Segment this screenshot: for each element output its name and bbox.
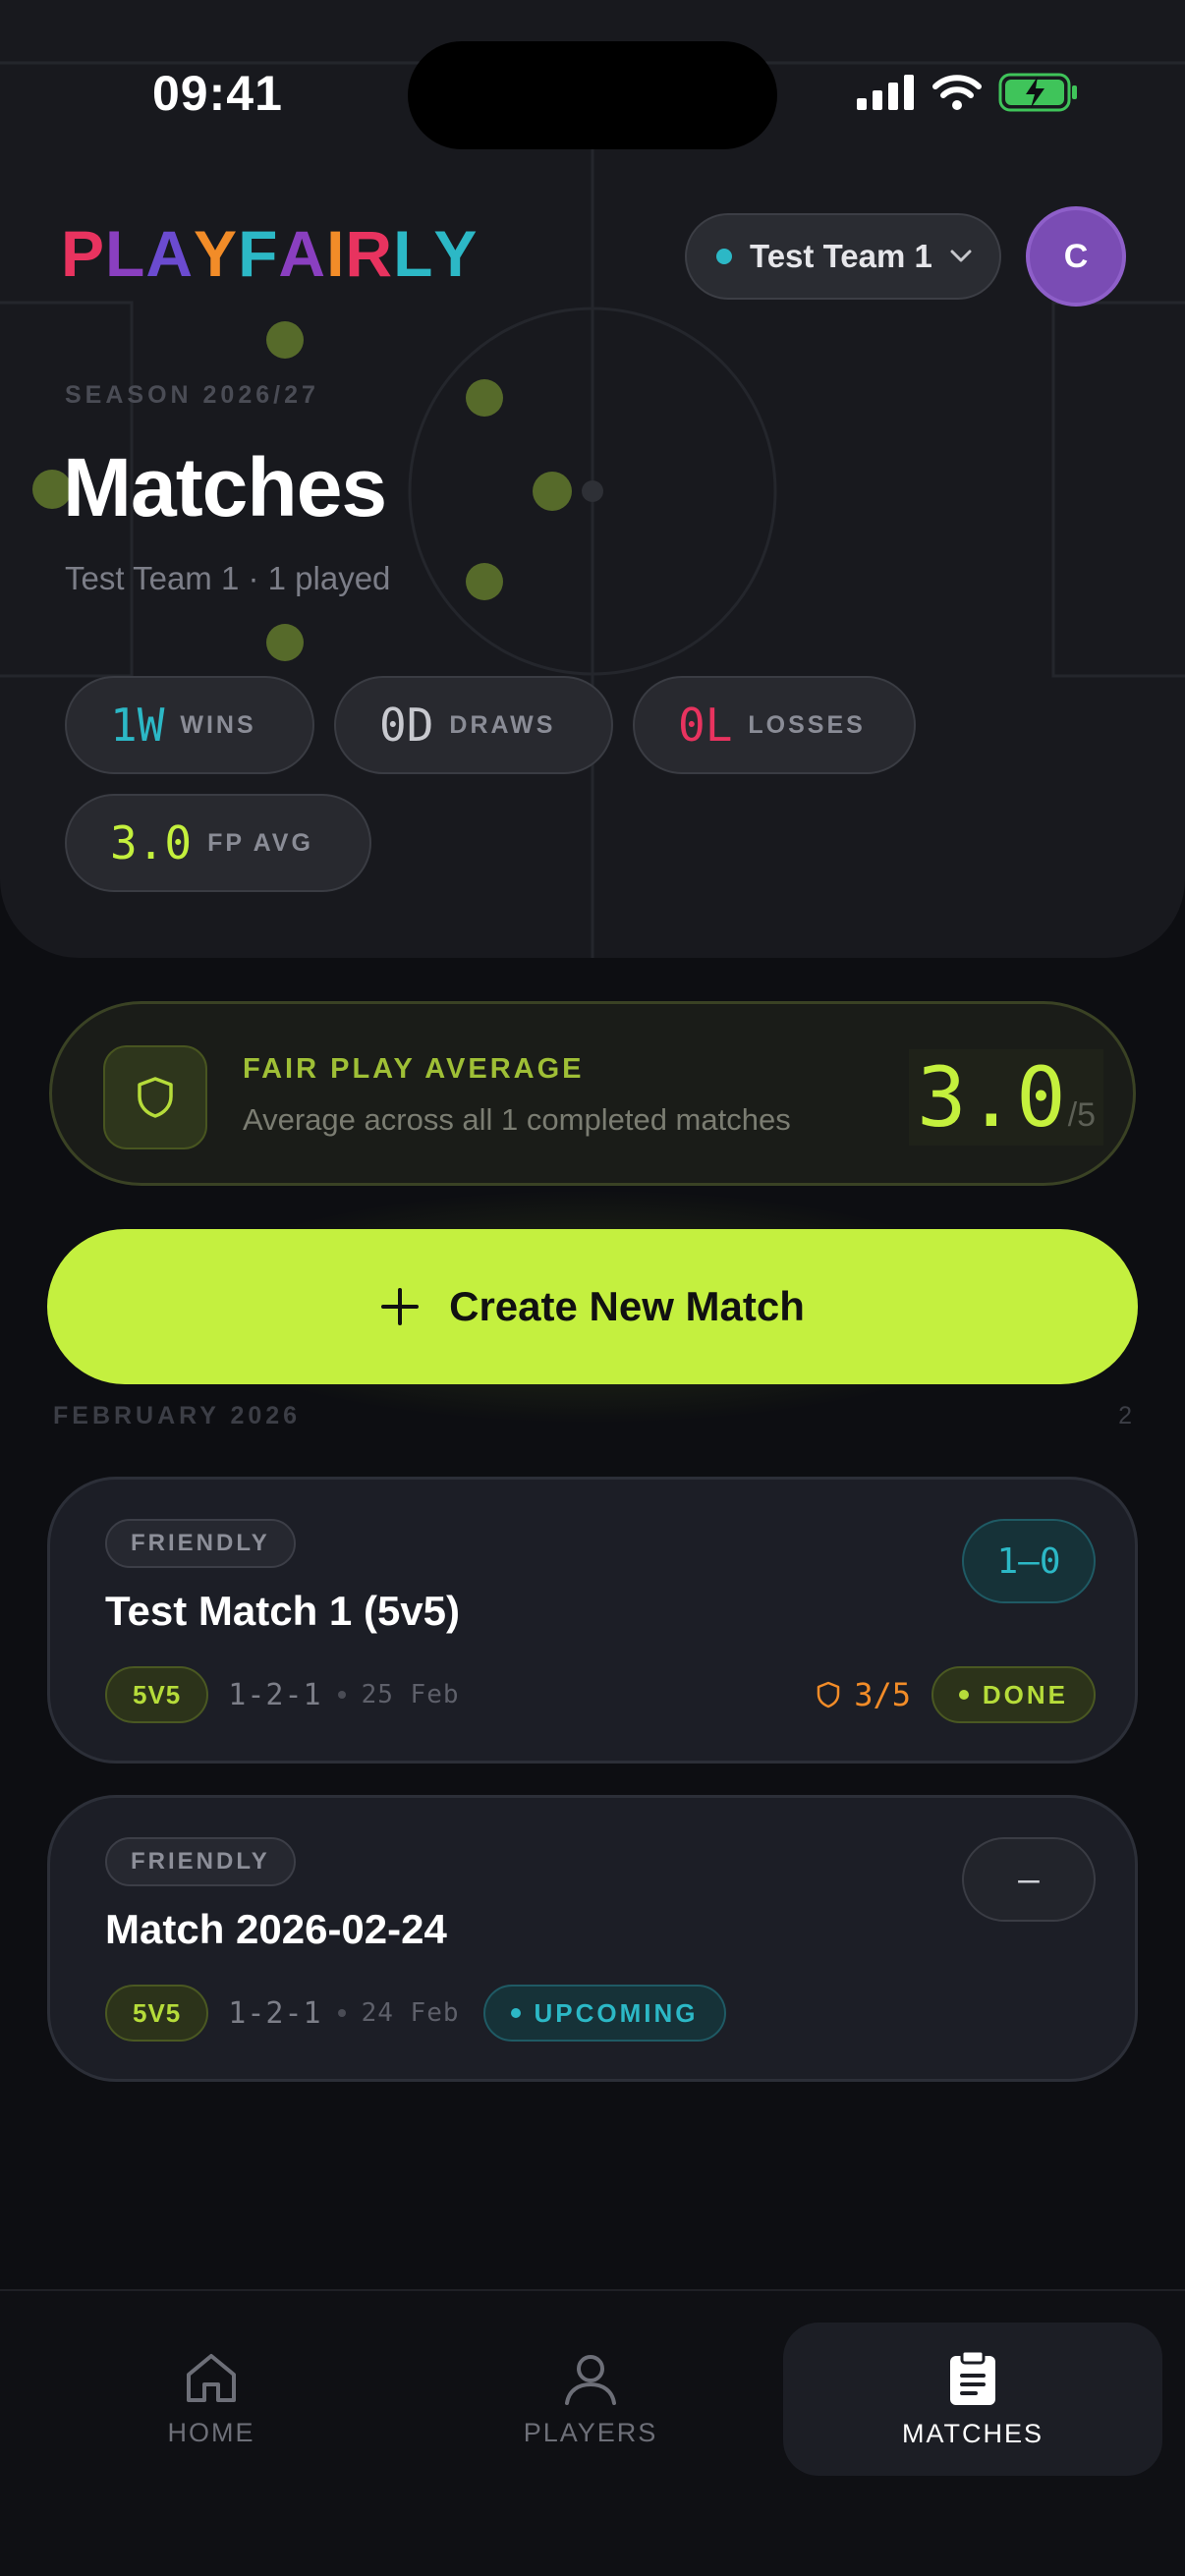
stat-label: DRAWS <box>449 710 556 739</box>
stat-label: LOSSES <box>748 710 866 739</box>
app-logo: PLAYFAIRLY <box>61 216 478 291</box>
format-badge: 5V5 <box>105 1985 209 2042</box>
team-selector[interactable]: Test Team 1 <box>685 213 1001 300</box>
logo-letter: L <box>105 217 146 290</box>
match-title: Test Match 1 (5v5) <box>105 1588 460 1634</box>
page-title: Matches <box>63 441 387 533</box>
status-label: UPCOMING <box>534 1997 699 2028</box>
tab-players[interactable]: PLAYERS <box>458 2323 723 2476</box>
status-dot <box>958 1690 969 1700</box>
match-type-badge: FRIENDLY <box>105 1837 296 1886</box>
stat-fp-avg: 3.0 FP AVG <box>65 794 371 892</box>
logo-letter: A <box>145 217 195 290</box>
separator-dot <box>337 1691 346 1699</box>
match-title: Match 2026-02-24 <box>105 1906 447 1952</box>
match-score: 1–0 <box>962 1519 1096 1603</box>
tab-label: MATCHES <box>901 2418 1044 2448</box>
shield-icon <box>138 1077 173 1118</box>
match-card[interactable]: FRIENDLY Match 2026-02-24 5V5 1-2-1 24 F… <box>47 1795 1138 2082</box>
pitch-player-marker <box>266 624 304 661</box>
status-bar: 09:41 <box>0 0 1185 149</box>
tab-matches[interactable]: MATCHES <box>783 2323 1162 2476</box>
status-dot <box>510 2008 521 2018</box>
fair-play-rating-value: 3/5 <box>854 1676 911 1713</box>
match-type-badge: FRIENDLY <box>105 1519 296 1568</box>
separator-dot <box>337 2009 346 2017</box>
pitch-player-marker <box>466 379 503 417</box>
clipboard-icon <box>950 2349 995 2405</box>
hero-section: 09:41 PLAYFAIRLY Test Team 1 C SEASON 20… <box>0 0 1185 958</box>
match-date: 25 Feb <box>361 1680 460 1709</box>
tab-home[interactable]: HOME <box>79 2323 344 2476</box>
status-time: 09:41 <box>152 66 283 121</box>
status-badge: UPCOMING <box>482 1985 726 2042</box>
user-icon <box>565 2354 616 2405</box>
formation: 1-2-1 <box>228 1995 322 2031</box>
stat-value: 1W <box>110 699 165 752</box>
match-score: – <box>962 1837 1096 1922</box>
logo-letter: L <box>393 217 434 290</box>
fair-play-title: FAIR PLAY AVERAGE <box>243 1053 585 1085</box>
logo-letter: Y <box>194 217 239 290</box>
team-selector-label: Test Team 1 <box>750 238 932 274</box>
stat-value: 0L <box>678 699 733 752</box>
wifi-icon <box>932 75 982 110</box>
home-icon <box>187 2353 236 2402</box>
signal-icon <box>857 75 914 110</box>
format-badge: 5V5 <box>105 1666 209 1723</box>
match-date: 24 Feb <box>361 1998 460 2028</box>
month-group-label: FEBRUARY 2026 <box>53 1402 302 1429</box>
logo-letter: A <box>278 217 327 290</box>
stat-value: 3.0 <box>110 816 193 869</box>
tab-label: HOME <box>167 2417 255 2447</box>
create-match-button[interactable]: Create New Match <box>47 1229 1138 1384</box>
pitch-player-marker <box>533 472 572 511</box>
pitch-player-marker <box>466 563 503 600</box>
team-color-dot <box>716 249 732 264</box>
match-card[interactable]: FRIENDLY Test Match 1 (5v5) 5V5 1-2-1 25… <box>47 1477 1138 1764</box>
stat-label: FP AVG <box>207 828 313 857</box>
fair-play-rating: 3/5 <box>817 1664 911 1725</box>
tab-bar: HOME PLAYERS MATCHES <box>0 2289 1185 2576</box>
avatar[interactable]: C <box>1026 206 1126 307</box>
chevron-down-icon <box>950 250 972 262</box>
season-label: SEASON 2026/27 <box>65 381 319 409</box>
formation: 1-2-1 <box>228 1677 322 1712</box>
month-group-count: 2 <box>1118 1402 1132 1429</box>
logo-letter: R <box>345 217 394 290</box>
logo-letter: P <box>61 217 106 290</box>
status-label: DONE <box>982 1679 1068 1709</box>
plus-icon <box>381 1288 420 1325</box>
stat-wins: 1W WINS <box>65 676 314 774</box>
pitch-player-marker <box>266 321 304 359</box>
match-meta: 5V5 1-2-1 24 Feb UPCOMING <box>105 1983 726 2044</box>
page-subtitle: Test Team 1 · 1 played <box>65 560 391 596</box>
shield-icon <box>817 1681 840 1708</box>
logo-letter: I <box>326 217 346 290</box>
match-meta: 5V5 1-2-1 25 Feb <box>105 1664 460 1725</box>
stat-label: WINS <box>180 710 256 739</box>
create-match-label: Create New Match <box>449 1283 805 1329</box>
battery-charging-icon <box>998 73 1077 112</box>
tab-label: PLAYERS <box>523 2417 658 2447</box>
stat-draws: 0D DRAWS <box>334 676 613 774</box>
logo-letter: F <box>238 217 279 290</box>
stat-losses: 0L LOSSES <box>633 676 916 774</box>
logo-letter: Y <box>433 217 479 290</box>
stat-value: 0D <box>379 699 434 752</box>
status-badge: DONE <box>931 1666 1096 1723</box>
dynamic-island <box>408 41 777 149</box>
